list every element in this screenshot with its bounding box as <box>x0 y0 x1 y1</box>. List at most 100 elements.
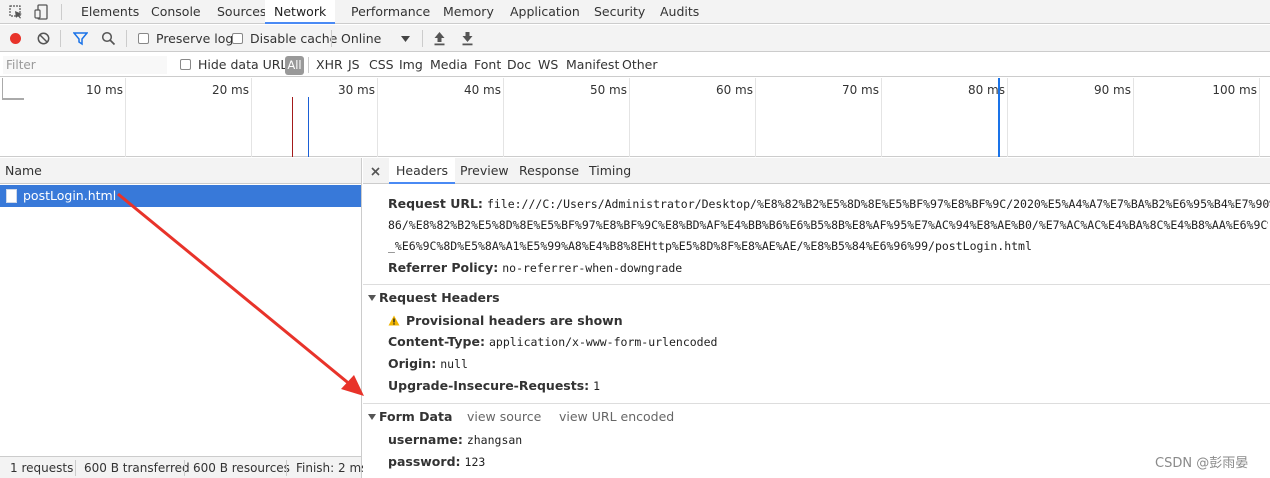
name-column-header[interactable]: Name <box>0 158 361 184</box>
form-data-title: Form Data <box>379 409 453 424</box>
record-icon[interactable] <box>9 32 22 45</box>
form-row-password: password: 123 <box>388 454 486 469</box>
tick-label: 60 ms <box>715 83 753 97</box>
referrer-policy-value: no-referrer-when-downgrade <box>502 261 683 275</box>
type-filter-doc[interactable]: Doc <box>507 57 531 72</box>
request-detail-panel: Headers Preview Response Timing Request … <box>363 158 1270 478</box>
type-filter-xhr[interactable]: XHR <box>316 57 343 72</box>
close-icon[interactable] <box>371 167 380 176</box>
tab-response[interactable]: Response <box>519 158 579 184</box>
type-filter-media[interactable]: Media <box>430 57 468 72</box>
tick-label: 30 ms <box>337 83 375 97</box>
divider <box>61 4 62 20</box>
request-url-continued: 86/%E8%82%B2%E5%8D%8E%E5%BF%97%E8%BF%9C%… <box>388 218 1268 232</box>
search-icon[interactable] <box>101 31 116 46</box>
type-filter-js[interactable]: JS <box>348 57 360 72</box>
request-headers-section[interactable]: Request Headers <box>363 284 1270 308</box>
network-toolbar: Preserve log Disable cache Online <box>0 25 1270 52</box>
filter-input[interactable] <box>3 56 167 74</box>
view-source-link[interactable]: view source <box>467 409 541 424</box>
inspect-element-icon[interactable] <box>9 5 23 19</box>
view-url-encoded-link[interactable]: view URL encoded <box>559 409 674 424</box>
divider <box>75 460 76 476</box>
tab-performance[interactable]: Performance <box>351 0 430 24</box>
tab-memory[interactable]: Memory <box>443 0 494 24</box>
tab-elements[interactable]: Elements <box>81 0 139 24</box>
warning-icon <box>388 315 400 326</box>
tick-label: 80 ms <box>967 83 1005 97</box>
type-filter-manifest[interactable]: Manifest <box>566 57 619 72</box>
throttling-select[interactable]: Online <box>341 31 381 46</box>
clear-icon[interactable] <box>37 32 50 45</box>
type-filter-font[interactable]: Font <box>474 57 501 72</box>
divider <box>126 30 127 47</box>
tab-sources[interactable]: Sources <box>217 0 266 24</box>
request-url-row: Request URL: file:///C:/Users/Administrat… <box>388 196 1270 211</box>
tab-timing[interactable]: Timing <box>589 158 631 184</box>
tab-application[interactable]: Application <box>510 0 580 24</box>
finish-time: Finish: 2 ms <box>296 461 368 475</box>
network-status-bar: 1 requests 600 B transferred 600 B resou… <box>0 456 367 478</box>
requests-count: 1 requests <box>10 461 74 475</box>
hide-data-urls-checkbox[interactable] <box>180 59 191 70</box>
grid-line <box>881 78 882 157</box>
request-bar <box>2 98 24 100</box>
tab-audits[interactable]: Audits <box>660 0 699 24</box>
tab-network[interactable]: Network <box>265 0 336 24</box>
tick-label: 50 ms <box>589 83 627 97</box>
divider <box>422 30 423 47</box>
request-name: postLogin.html <box>23 188 117 203</box>
tab-preview[interactable]: Preview <box>460 158 509 184</box>
referrer-policy-label: Referrer Policy: <box>388 260 499 275</box>
tab-security[interactable]: Security <box>594 0 645 24</box>
devtools-tab-bar: Elements Console Sources Network Perform… <box>0 0 1270 24</box>
form-row-username: username: zhangsan <box>388 432 523 447</box>
tick-label: 10 ms <box>85 83 123 97</box>
header-row-content-type: Content-Type: application/x-www-form-urle… <box>388 334 718 349</box>
filter-bar: Hide data URLs All XHR JS CSS Img Media … <box>0 53 1270 77</box>
grid-line <box>1133 78 1134 157</box>
divider <box>331 30 332 47</box>
grid-line <box>1259 78 1260 157</box>
grid-line <box>629 78 630 157</box>
grid-line <box>1007 78 1008 157</box>
csdn-watermark: CSDN @彭雨晏 <box>1155 456 1249 471</box>
preserve-log-label: Preserve log <box>156 31 234 46</box>
request-list-panel: Name postLogin.html 1 requests 600 B tra… <box>0 158 367 478</box>
domcontentloaded-marker <box>308 97 309 157</box>
request-url-continued: _%E6%9C%8D%E5%8A%A1%E5%99%A8%E4%B8%8EHtt… <box>388 239 1032 253</box>
device-toolbar-icon[interactable] <box>34 4 50 20</box>
grid-line <box>755 78 756 157</box>
type-filter-all[interactable]: All <box>285 56 304 75</box>
divider <box>286 460 287 476</box>
tick-label: 100 ms <box>1212 83 1257 97</box>
preserve-log-checkbox[interactable] <box>138 33 149 44</box>
chevron-down-icon <box>401 36 410 42</box>
request-bar <box>2 78 3 98</box>
tick-label: 90 ms <box>1093 83 1131 97</box>
disable-cache-label: Disable cache <box>250 31 338 46</box>
tab-console[interactable]: Console <box>151 0 201 24</box>
form-data-section[interactable]: Form Data view source view URL encoded <box>363 403 1270 427</box>
document-icon <box>6 189 17 203</box>
export-har-icon[interactable] <box>461 31 474 46</box>
provisional-warning: Provisional headers are shown <box>388 313 627 328</box>
network-overview-timeline[interactable]: 10 ms 20 ms 30 ms 40 ms 50 ms 60 ms 70 m… <box>0 78 1270 157</box>
import-har-icon[interactable] <box>433 31 446 46</box>
request-url-value: file:///C:/Users/Administrator/Desktop/%… <box>486 197 1270 211</box>
type-filter-img[interactable]: Img <box>399 57 423 72</box>
divider <box>308 57 309 73</box>
type-filter-css[interactable]: CSS <box>369 57 394 72</box>
transferred-size: 600 B transferred <box>84 461 190 475</box>
request-row[interactable]: postLogin.html <box>0 185 361 207</box>
type-filter-other[interactable]: Other <box>622 57 658 72</box>
filter-icon[interactable] <box>73 31 88 46</box>
triangle-down-icon <box>368 414 376 420</box>
tab-headers[interactable]: Headers <box>389 158 456 184</box>
grid-line <box>503 78 504 157</box>
hide-data-urls-label: Hide data URLs <box>198 57 294 72</box>
tick-label: 20 ms <box>211 83 249 97</box>
divider <box>184 460 185 476</box>
type-filter-ws[interactable]: WS <box>538 57 558 72</box>
disable-cache-checkbox[interactable] <box>232 33 243 44</box>
